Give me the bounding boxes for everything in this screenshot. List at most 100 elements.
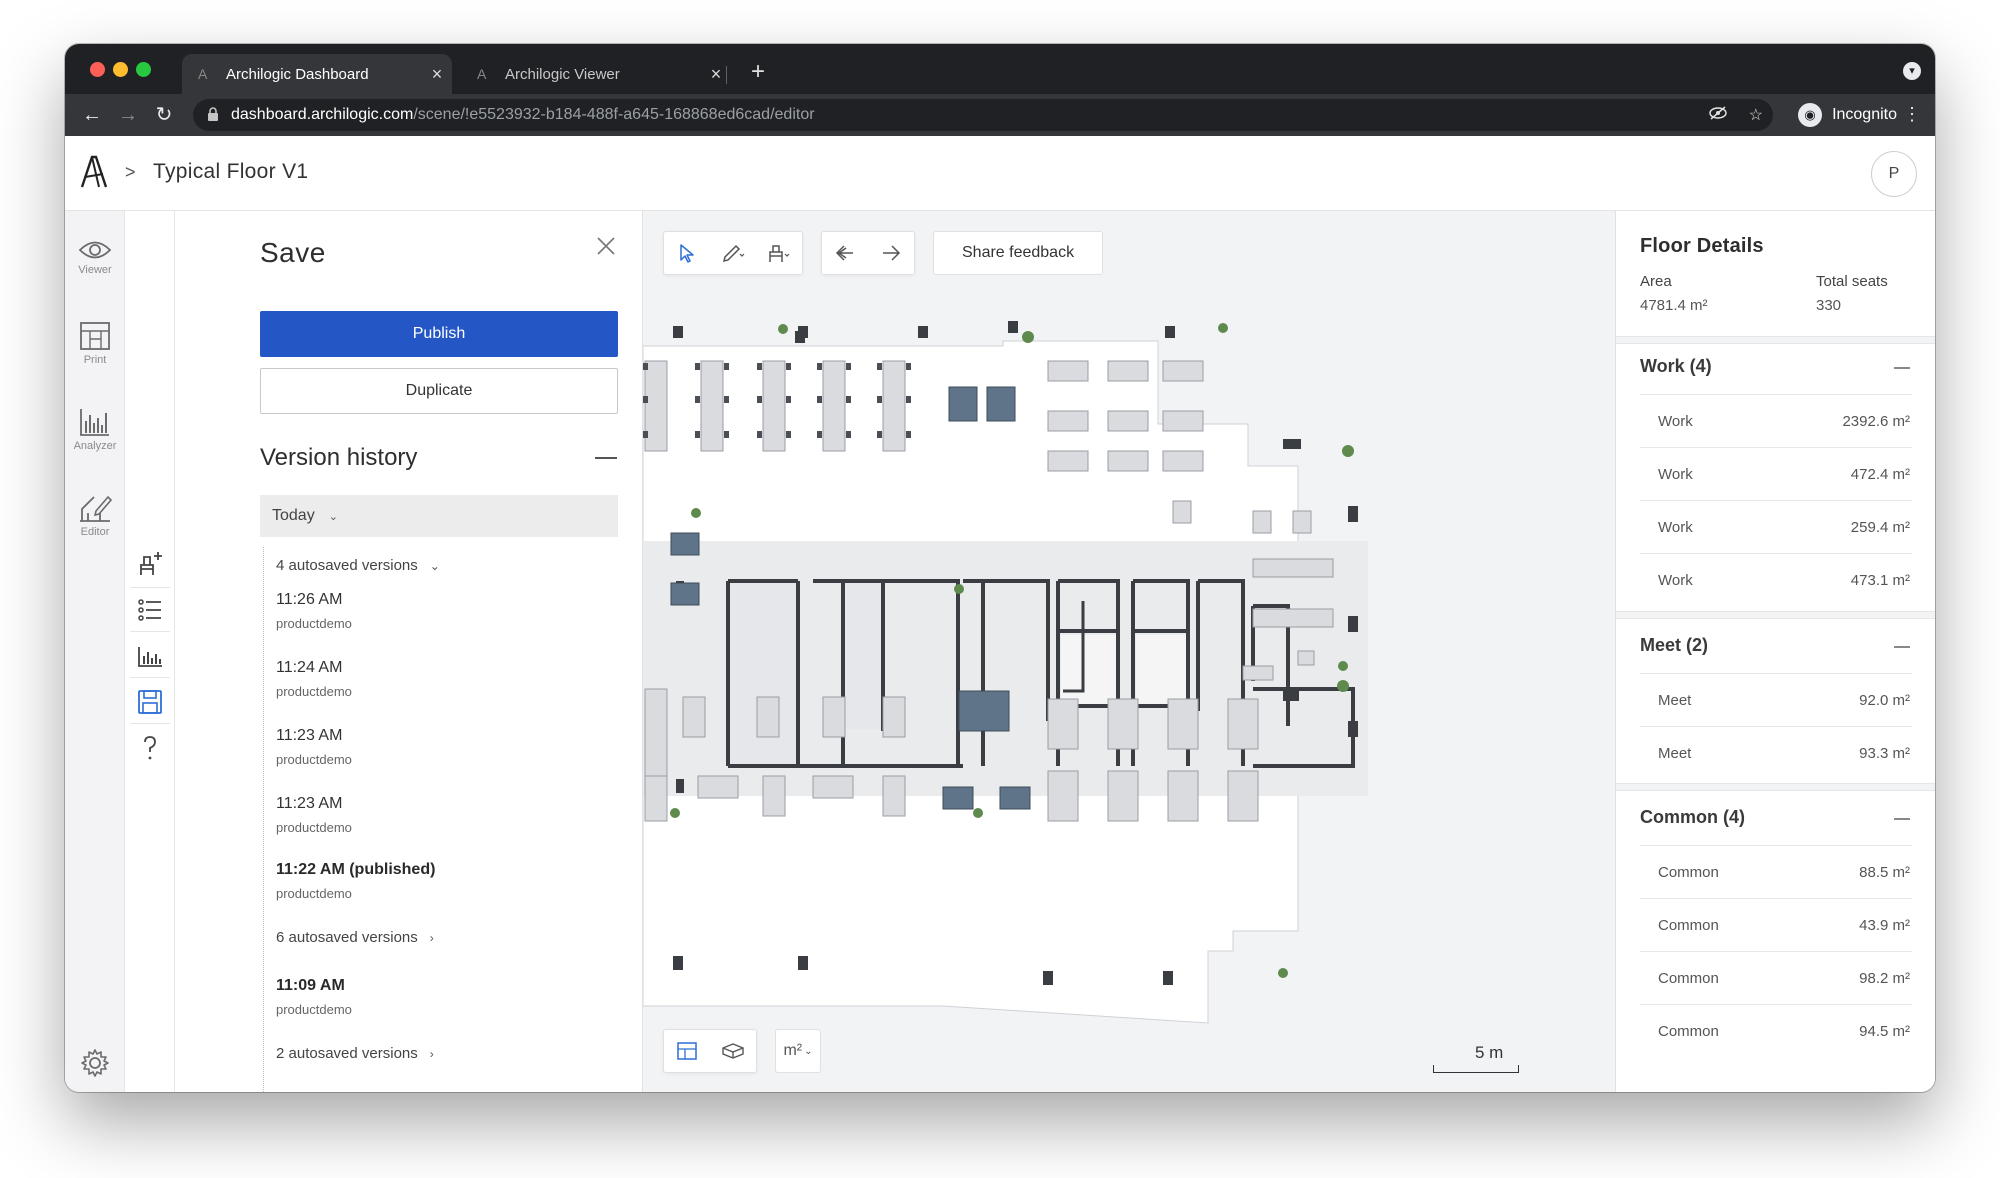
list-icon[interactable]	[135, 595, 165, 625]
close-window-button[interactable]	[90, 62, 105, 77]
space-row[interactable]: Meet 92.0 m²	[1640, 673, 1912, 726]
draw-pencil-icon[interactable]	[710, 232, 756, 274]
bookmark-star-icon[interactable]: ☆	[1749, 105, 1763, 125]
save-floppy-icon[interactable]	[135, 687, 165, 717]
nav-print[interactable]: Print	[65, 321, 125, 366]
share-feedback-button[interactable]: Share feedback	[933, 231, 1104, 275]
nav-analyzer[interactable]: Analyzer	[65, 407, 125, 452]
version-time[interactable]: 11:23 AM	[276, 795, 342, 813]
undo-icon[interactable]	[822, 232, 868, 274]
reload-icon[interactable]: ↻	[149, 100, 179, 130]
version-user: productdemo	[276, 1002, 352, 1017]
divider	[130, 677, 170, 678]
autosaved-group[interactable]: 4 autosaved versions ⌄	[276, 557, 440, 574]
minimize-window-button[interactable]	[113, 62, 128, 77]
help-question-icon[interactable]	[135, 733, 165, 763]
space-area: 94.5 m²	[1859, 1023, 1910, 1040]
2d-plan-icon[interactable]	[664, 1030, 710, 1072]
space-area: 92.0 m²	[1859, 692, 1910, 709]
space-name: Common	[1658, 970, 1719, 987]
space-name: Work	[1658, 519, 1693, 536]
nav-label: Viewer	[78, 264, 112, 276]
nav-editor[interactable]: Editor	[65, 493, 125, 538]
close-tab-icon[interactable]: ×	[422, 64, 452, 85]
floor-plan-canvas[interactable]: Share feedback m² ⌄ 5 m	[643, 211, 1615, 1092]
version-user: productdemo	[276, 616, 352, 631]
address-bar[interactable]: dashboard.archilogic.com /scene/!e552393…	[193, 99, 1773, 131]
browser-menu-icon[interactable]: ⋮	[1903, 104, 1921, 125]
redo-icon[interactable]	[868, 232, 914, 274]
version-time-published[interactable]: 11:22 AM (published)	[276, 861, 435, 879]
publish-button[interactable]: Publish	[260, 311, 618, 357]
forward-arrow-icon[interactable]: →	[113, 100, 143, 130]
space-row[interactable]: Work 472.4 m²	[1640, 447, 1912, 500]
collapse-minus-icon[interactable]	[1894, 646, 1910, 648]
space-row[interactable]: Common 94.5 m²	[1640, 1004, 1912, 1057]
version-time[interactable]: 11:23 AM	[276, 727, 342, 745]
version-time[interactable]: 11:09 AM	[276, 977, 345, 995]
close-icon[interactable]	[595, 235, 617, 257]
space-row[interactable]: Work 2392.6 m²	[1640, 394, 1912, 447]
group-title-meet[interactable]: Meet (2)	[1640, 635, 1708, 656]
collapse-minus-icon[interactable]	[595, 457, 617, 459]
collapse-minus-icon[interactable]	[1894, 367, 1910, 369]
print-icon	[80, 322, 110, 350]
space-row[interactable]: Common 98.2 m²	[1640, 951, 1912, 1004]
archilogic-favicon-icon: A	[198, 66, 208, 82]
space-row[interactable]: Work 259.4 m²	[1640, 500, 1912, 553]
tab-archilogic-viewer[interactable]: A Archilogic Viewer ×	[461, 54, 731, 94]
user-avatar[interactable]: P	[1871, 151, 1917, 197]
select-pointer-icon[interactable]	[664, 232, 710, 274]
tab-archilogic-dashboard[interactable]: A Archilogic Dashboard ×	[182, 54, 452, 94]
group-title-work[interactable]: Work (4)	[1640, 356, 1712, 377]
space-row[interactable]: Meet 93.3 m²	[1640, 726, 1912, 779]
floor-plan-drawing[interactable]	[643, 211, 1615, 1092]
3d-view-icon[interactable]	[710, 1030, 756, 1072]
view-mode-group	[663, 1029, 757, 1073]
url-host: dashboard.archilogic.com	[231, 106, 414, 123]
archilogic-logo-icon[interactable]	[79, 154, 109, 190]
section-divider	[1616, 611, 1935, 619]
autosaved-group[interactable]: 2 autosaved versions ›	[276, 1045, 434, 1062]
incognito-label: Incognito	[1832, 106, 1897, 123]
nav-viewer[interactable]: Viewer	[65, 239, 125, 276]
today-filter-dropdown[interactable]: Today ⌄	[260, 495, 618, 537]
duplicate-button[interactable]: Duplicate	[260, 368, 618, 414]
space-row[interactable]: Common 88.5 m²	[1640, 845, 1912, 898]
space-name: Meet	[1658, 692, 1692, 709]
autosaved-label: 2 autosaved versions	[276, 1045, 418, 1062]
unit-selector-dropdown[interactable]: m² ⌄	[775, 1029, 821, 1073]
autosaved-group[interactable]: 6 autosaved versions ›	[276, 929, 434, 946]
collapse-minus-icon[interactable]	[1894, 818, 1910, 820]
seats-label: Total seats	[1816, 273, 1888, 290]
tab-search-icon[interactable]: ▾	[1903, 62, 1921, 80]
autosaved-label: 6 autosaved versions	[276, 929, 418, 946]
back-arrow-icon[interactable]: ←	[77, 100, 107, 130]
tracking-blocked-icon[interactable]	[1708, 105, 1727, 125]
new-tab-icon[interactable]: +	[743, 58, 773, 88]
add-furniture-icon[interactable]	[135, 549, 165, 579]
area-label: Area	[1640, 273, 1672, 290]
version-user: productdemo	[276, 752, 352, 767]
nav-label: Print	[83, 354, 107, 366]
version-time[interactable]: 11:24 AM	[276, 659, 342, 677]
stats-icon[interactable]	[135, 641, 165, 671]
incognito-indicator[interactable]: ◉ Incognito	[1798, 99, 1897, 131]
space-row[interactable]: Work 473.1 m²	[1640, 553, 1912, 606]
space-row[interactable]: Common 43.9 m²	[1640, 898, 1912, 951]
editor-icon	[80, 495, 112, 522]
breadcrumb-chevron-icon: >	[125, 162, 136, 182]
version-history-title: Version history	[260, 444, 418, 471]
version-time[interactable]: 11:26 AM	[276, 591, 342, 609]
floor-details-title: Floor Details	[1640, 235, 1764, 257]
tab-bar: A Archilogic Dashboard × A Archilogic Vi…	[65, 44, 1935, 94]
group-title-common[interactable]: Common (4)	[1640, 807, 1745, 828]
tab-divider	[726, 66, 727, 84]
maximize-window-button[interactable]	[136, 62, 151, 77]
space-area: 93.3 m²	[1859, 745, 1910, 762]
space-area: 88.5 m²	[1859, 864, 1910, 881]
panel-title: Save	[260, 237, 326, 268]
furniture-tool-icon[interactable]	[756, 232, 802, 274]
version-timeline	[263, 547, 264, 1092]
settings-gear-icon[interactable]	[80, 1048, 110, 1078]
